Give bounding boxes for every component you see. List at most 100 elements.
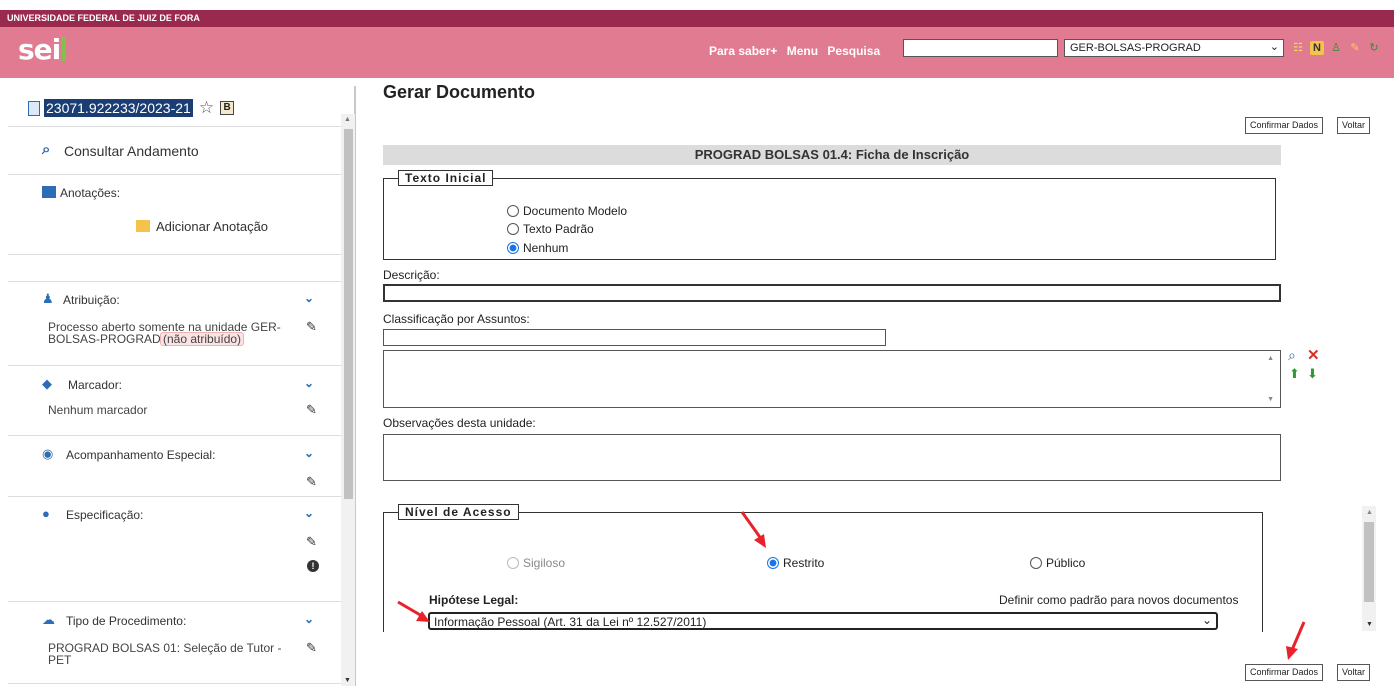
edit-icon[interactable]: ✎ [306,319,317,335]
form-scrollbar[interactable]: ▲ ▼ [1362,506,1376,631]
tipo-title: Tipo de Procedimento: [66,614,187,628]
scroll-down-icon[interactable]: ▼ [344,677,351,684]
confirm-button-bottom[interactable]: Confirmar Dados [1245,664,1324,681]
nao-atribuido-badge: (não atribuído) [160,332,245,346]
radio-texto-padrao[interactable]: Texto Padrão [507,222,594,236]
radio-circle [1030,557,1042,569]
remove-icon[interactable]: ✕ [1307,346,1320,364]
chevron-down-icon[interactable]: ⌄ [304,291,314,305]
tools-icon[interactable]: ✎ [1348,41,1362,55]
radio-label: Texto Padrão [523,222,594,236]
people-icon: ♟ [42,291,54,306]
process-header: 23071.922233/2023-21 ☆ B [28,98,235,118]
sei-logo[interactable]: sei [18,33,67,66]
classificacao-search-input[interactable] [383,329,886,346]
university-bar: UNIVERSIDADE FEDERAL DE JUIZ DE FORA [0,10,1394,27]
sidebar-scrollbar[interactable]: ▲ ▼ [341,114,355,686]
tipo-text: PROGRAD BOLSAS 01: Seleção de Tutor - [48,641,282,655]
comment-icon: ● [42,506,50,521]
adicionar-anotacao[interactable]: Adicionar Anotação [156,219,268,234]
header-links: Para saber+ Menu Pesquisa [709,44,886,58]
edit-icon[interactable]: ✎ [306,402,317,418]
radio-circle [507,205,519,217]
link-pesquisa[interactable]: Pesquisa [827,44,880,58]
search-icon: ⌕ [42,141,51,158]
scroll-thumb[interactable] [344,129,353,499]
radio-publico[interactable]: Público [1030,556,1085,570]
edit-icon[interactable]: ✎ [306,534,317,550]
radio-sigiloso[interactable]: Sigiloso [507,556,565,570]
process-number[interactable]: 23071.922233/2023-21 [44,99,193,117]
process-sidebar: 23071.922233/2023-21 ☆ B ⌕ Consultar And… [8,86,356,686]
scroll-down-icon[interactable]: ▼ [1267,396,1274,403]
eye-icon: ◉ [42,446,54,461]
back-button-bottom[interactable]: Voltar [1337,664,1371,681]
marcador-title: Marcador: [68,378,123,392]
form-header: PROGRAD BOLSAS 01.4: Ficha de Inscrição [383,145,1281,165]
chevron-down-icon[interactable]: ⌄ [304,446,314,460]
definir-padrao-link[interactable]: Definir como padrão para novos documento… [999,593,1238,607]
atribuicao-title: Atribuição: [63,293,120,307]
move-up-icon[interactable]: ⬆ [1289,366,1300,382]
observacoes-label: Observações desta unidade: [383,416,536,430]
star-icon[interactable]: ☆ [199,98,214,118]
radio-restrito[interactable]: Restrito [767,556,824,570]
divider [8,365,341,366]
scroll-up-icon[interactable]: ▲ [344,116,351,123]
radio-circle-selected [507,242,519,254]
acompanhamento-title: Acompanhamento Especial: [66,448,216,462]
radio-documento-modelo[interactable]: Documento Modelo [507,204,627,218]
scroll-thumb[interactable] [1364,522,1374,602]
hipotese-legal-select[interactable]: Informação Pessoal (Art. 31 da Lei nº 12… [428,612,1218,630]
atribuicao-text-2: BOLSAS-PROGRAD. [48,332,165,346]
badge-b-icon[interactable]: B [220,101,235,115]
header-icons: ☷ N ♙ ✎ ↻ [1291,41,1381,55]
link-para-saber[interactable]: Para saber+ [709,44,777,58]
logo-text: sei [18,33,61,66]
user-icon[interactable]: ♙ [1329,41,1343,55]
edit-icon[interactable]: ✎ [306,640,317,656]
radio-nenhum[interactable]: Nenhum [507,241,568,255]
descricao-label: Descrição: [383,268,440,282]
chevron-down-icon[interactable]: ⌄ [304,506,314,520]
confirm-button-top[interactable]: Confirmar Dados [1245,117,1324,134]
cloud-icon: ☁ [42,612,55,627]
divider [8,601,341,602]
radio-label: Sigiloso [523,556,566,570]
descricao-input[interactable] [383,284,1281,302]
note-icon [42,186,56,198]
grid-icon[interactable]: ☷ [1291,41,1305,55]
annotation-arrow-restrito [740,511,766,548]
unit-select[interactable]: GER-BOLSAS-PROGRAD ⌄ [1064,39,1284,57]
notes-icon[interactable]: N [1310,41,1324,55]
scroll-up-icon[interactable]: ▲ [1267,355,1274,362]
annotation-arrow-confirm [1286,621,1306,660]
nivel-acesso-legend: Nível de Acesso [398,504,519,520]
link-menu[interactable]: Menu [787,44,818,58]
back-button-top[interactable]: Voltar [1337,117,1371,134]
observacoes-textarea[interactable] [383,434,1281,481]
search-input[interactable] [903,39,1058,57]
chevron-down-icon[interactable]: ⌄ [304,612,314,626]
scroll-down-icon[interactable]: ▼ [1366,621,1373,628]
search-assunto-icon[interactable]: ⌕ [1288,347,1296,364]
especificacao-title: Especificação: [66,508,144,522]
edit-icon[interactable]: ✎ [306,474,317,490]
chevron-down-icon[interactable]: ⌄ [304,376,314,390]
confirm-label: Confirmar Dados [1250,667,1319,677]
app-header: sei Para saber+ Menu Pesquisa GER-BOLSAS… [0,27,1394,78]
info-icon[interactable]: ! [307,560,319,572]
radio-circle-selected [767,557,779,569]
confirm-label: Confirmar Dados [1250,120,1319,130]
scroll-up-icon[interactable]: ▲ [1366,509,1373,516]
divider [8,683,341,684]
process-icon [28,100,40,116]
divider [8,126,341,127]
tag-icon: ◆ [42,376,52,391]
radio-label: Público [1046,556,1086,570]
classificacao-list[interactable]: ▲ ▼ [383,350,1281,408]
back-label: Voltar [1342,667,1366,677]
divider [8,496,341,497]
move-down-icon[interactable]: ⬇ [1307,366,1318,382]
refresh-icon[interactable]: ↻ [1367,41,1381,55]
